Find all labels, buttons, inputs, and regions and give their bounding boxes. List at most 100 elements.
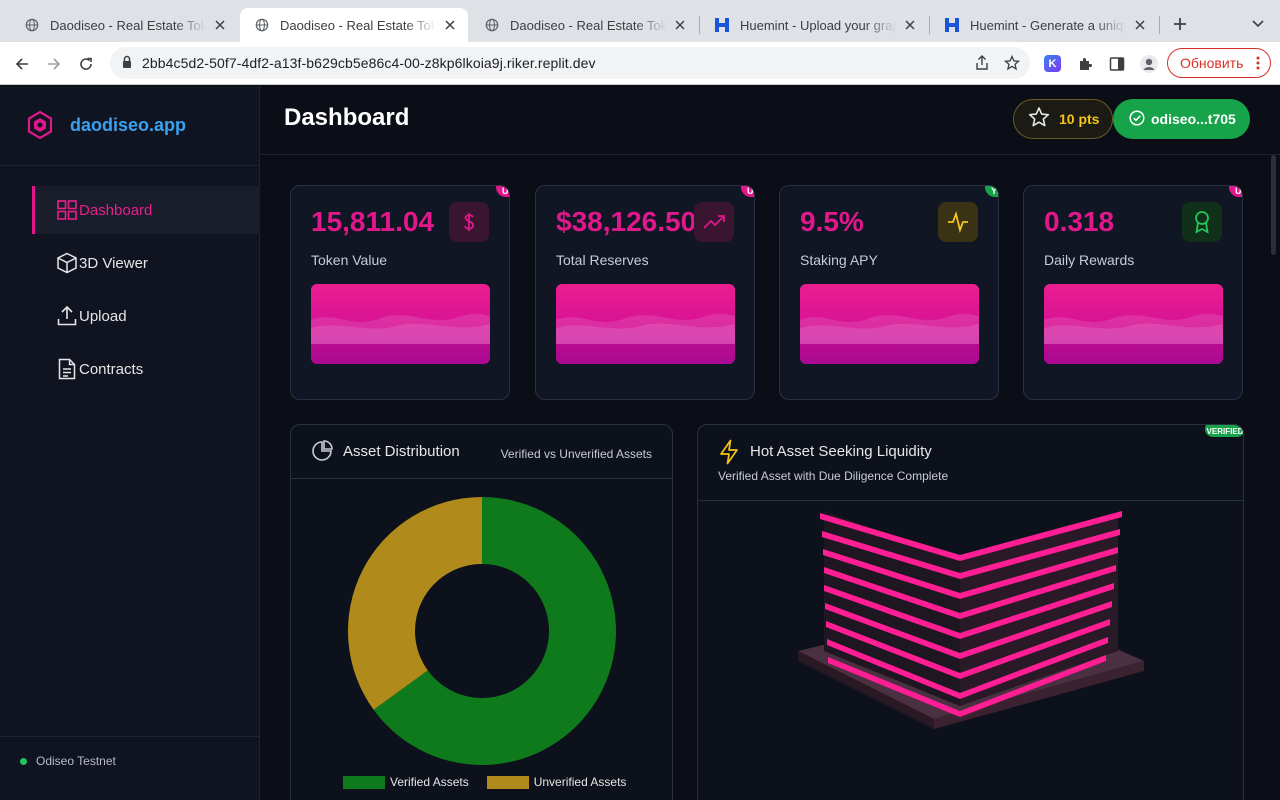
stat-corner-tag: UL: [1229, 186, 1242, 197]
tab-title: Daodiseo - Real Estate Tokenization: [50, 17, 206, 33]
browser-tab-5[interactable]: Huemint - Generate a unique: [930, 8, 1158, 42]
close-icon[interactable]: [212, 17, 228, 33]
globe-icon: [484, 17, 500, 33]
stat-label: Daily Rewards: [1044, 252, 1135, 268]
asset-distribution-panel: Asset Distribution Verified vs Unverifie…: [290, 424, 673, 800]
stat-value: 15,811.04: [311, 206, 435, 237]
activity-icon: [938, 202, 978, 242]
forward-button[interactable]: [42, 52, 66, 76]
page-title: Dashboard: [284, 104, 410, 131]
panel-header: Asset Distribution Verified vs Unverifie…: [291, 425, 672, 479]
legend-item-unverified[interactable]: Unverified Assets: [486, 775, 627, 789]
side-panel-icon[interactable]: [1105, 52, 1129, 76]
globe-icon: [254, 17, 270, 33]
brand: daodiseo.app: [0, 86, 260, 166]
wallet-button[interactable]: odiseo...t705: [1113, 99, 1250, 139]
sparkline-chart: [311, 284, 490, 364]
sparkline-chart: [1044, 284, 1223, 364]
stat-corner-tag: YE: [985, 186, 998, 197]
stat-card-total-reserves: UL $38,126.50 Total Reserves: [535, 185, 755, 400]
close-icon[interactable]: [1132, 17, 1148, 33]
network-status: Odiseo Testnet: [0, 736, 260, 800]
sidebar-item-contracts[interactable]: Contracts: [32, 345, 260, 393]
legend-label: Unverified Assets: [533, 775, 627, 789]
award-icon: [1182, 202, 1222, 242]
upload-icon: [56, 305, 78, 327]
page-scrollbar[interactable]: [1271, 155, 1276, 255]
stat-card-staking-apy: YE 9.5% Staking APY: [779, 185, 999, 400]
stat-value: 0.318: [1044, 206, 1115, 237]
chevron-down-icon[interactable]: [1248, 14, 1268, 34]
trending-up-icon: [694, 202, 734, 242]
sidebar: daodiseo.app Dashboard 3D Viewer Upload …: [0, 86, 260, 800]
sidebar-item-dashboard[interactable]: Dashboard: [32, 186, 260, 234]
hot-asset-panel: VERIFIED Hot Asset Seeking Liquidity Ver…: [697, 424, 1244, 800]
stat-card-token-value: UL 15,811.04 Token Value: [290, 185, 510, 400]
tab-title: Daodiseo - Real Estate Tokenization: [280, 17, 436, 33]
reload-button[interactable]: [74, 52, 98, 76]
cube-icon: [56, 252, 78, 274]
huemint-icon: [714, 17, 730, 33]
back-button[interactable]: [10, 52, 34, 76]
points-badge[interactable]: 10 pts: [1013, 99, 1113, 139]
stat-label: Token Value: [311, 252, 388, 268]
sidebar-item-label: Contracts: [79, 360, 144, 378]
brand-name[interactable]: daodiseo.app: [70, 115, 186, 136]
panel-title: Hot Asset Seeking Liquidity: [750, 443, 932, 460]
close-icon[interactable]: [902, 17, 918, 33]
bookmark-star-icon[interactable]: [1004, 55, 1020, 71]
globe-icon: [24, 17, 40, 33]
stat-card-daily-rewards: UL 0.318 Daily Rewards: [1023, 185, 1243, 400]
donut-chart: [348, 497, 616, 765]
tab-title: Huemint - Upload your graphic: [740, 17, 896, 33]
donut-slice-unverified-assets[interactable]: [348, 497, 482, 710]
legend-label: Verified Assets: [390, 775, 469, 789]
tab-title: Huemint - Generate a unique: [970, 17, 1126, 33]
browser-tab-2[interactable]: Daodiseo - Real Estate Tokenization: [240, 8, 468, 42]
update-browser-button[interactable]: Обновить: [1167, 48, 1271, 78]
browser-tab-1[interactable]: Daodiseo - Real Estate Tokenization: [10, 8, 238, 42]
stat-corner-tag: UL: [496, 186, 509, 197]
legend-swatch: [343, 775, 385, 789]
stat-label: Total Reserves: [556, 252, 649, 268]
stat-value: $38,126.50: [556, 206, 697, 237]
puzzle-icon[interactable]: [1073, 52, 1097, 76]
status-dot: [20, 758, 27, 765]
points-value: 10 pts: [1059, 111, 1100, 127]
update-label: Обновить: [1180, 55, 1244, 71]
page-header: Dashboard 10 pts odiseo...t705: [260, 86, 1280, 155]
sidebar-item-label: Upload: [79, 307, 127, 325]
grid-icon: [56, 199, 78, 221]
sidebar-item-upload[interactable]: Upload: [32, 292, 260, 340]
dollar-icon: [449, 202, 489, 242]
extension-k-icon[interactable]: K: [1044, 55, 1061, 72]
new-tab-button[interactable]: [1169, 13, 1191, 35]
panel-header: Hot Asset Seeking Liquidity Verified Ass…: [698, 425, 1243, 501]
browser-tab-3[interactable]: Daodiseo - Real Estate Tokenization: [470, 8, 698, 42]
network-label: Odiseo Testnet: [36, 754, 116, 768]
stat-label: Staking APY: [800, 252, 878, 268]
close-icon[interactable]: [672, 17, 688, 33]
browser-toolbar: 2bb4c5d2-50f7-4df2-a13f-b629cb5e86c4-00-…: [0, 42, 1280, 85]
close-icon[interactable]: [442, 17, 458, 33]
profile-avatar-icon[interactable]: [1137, 52, 1161, 76]
legend-item-verified[interactable]: Verified Assets: [343, 775, 469, 789]
sparkline-chart: [556, 284, 735, 364]
panel-title: Asset Distribution: [343, 443, 460, 460]
sidebar-item-label: 3D Viewer: [79, 254, 148, 272]
huemint-icon: [944, 17, 960, 33]
check-circle-icon: [1129, 109, 1145, 129]
pie-chart-icon: [311, 440, 333, 467]
sidebar-item-3d-viewer[interactable]: 3D Viewer: [32, 239, 260, 287]
building-3d-render[interactable]: [698, 501, 1244, 800]
share-icon[interactable]: [974, 55, 990, 71]
sparkline-chart: [800, 284, 979, 364]
url-text: 2bb4c5d2-50f7-4df2-a13f-b629cb5e86c4-00-…: [142, 55, 596, 71]
tab-title: Daodiseo - Real Estate Tokenization: [510, 17, 666, 33]
browser-tab-4[interactable]: Huemint - Upload your graphic: [700, 8, 928, 42]
address-bar[interactable]: 2bb4c5d2-50f7-4df2-a13f-b629cb5e86c4-00-…: [110, 47, 1030, 79]
chart-legend: Verified Assets Unverified Assets: [343, 775, 644, 789]
tab-separator: [1159, 16, 1160, 34]
legend-swatch: [486, 775, 529, 789]
browser-tabstrip: Daodiseo - Real Estate Tokenization Daod…: [0, 0, 1280, 42]
